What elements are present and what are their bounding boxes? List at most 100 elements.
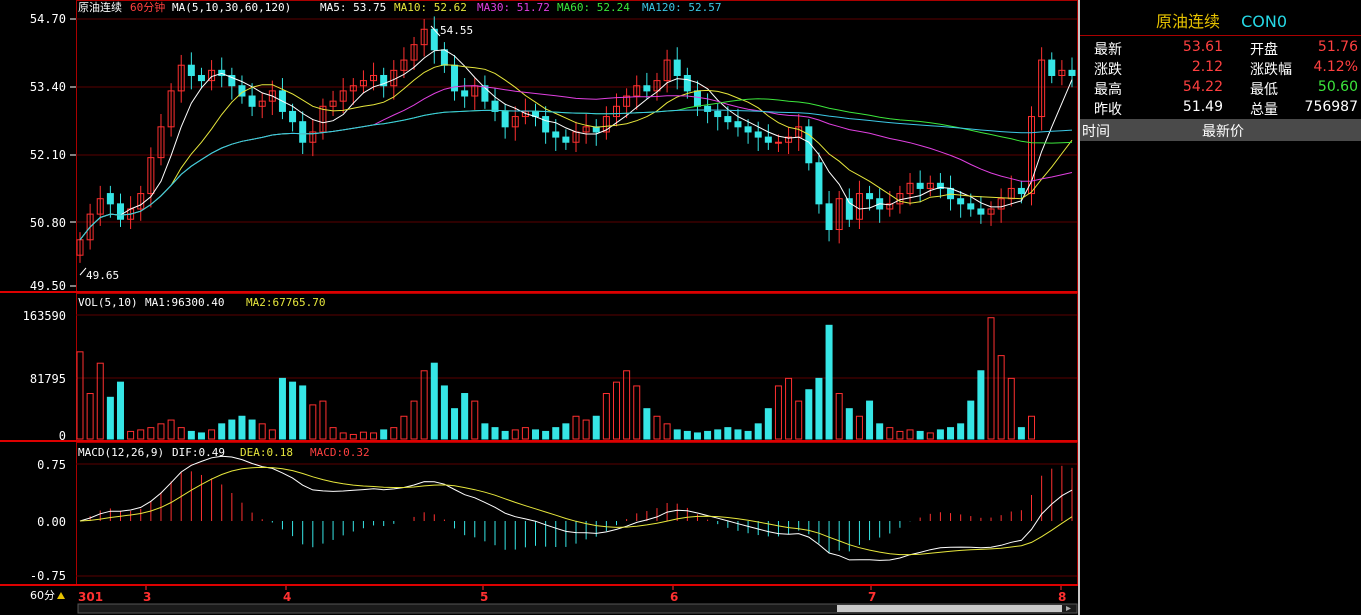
- quote-value: 4.12%: [1313, 59, 1358, 75]
- volume-bar: [724, 427, 732, 440]
- macd-tick: 0.75: [37, 458, 66, 472]
- volume-bar: [815, 377, 823, 440]
- volume-bar: [258, 423, 266, 440]
- volume-bar: [572, 415, 580, 440]
- quote-panel: 原油连续 CON0 最新 53.61 开盘 51.76 涨跌 2.12 涨跌幅 …: [1078, 0, 1361, 615]
- volume-bar: [137, 429, 145, 440]
- period-label: 60分钟: [130, 0, 165, 14]
- candle-body: [683, 74, 691, 92]
- candle-body: [947, 187, 955, 200]
- volume-bar: [440, 385, 448, 440]
- volume-bar: [127, 430, 135, 440]
- candle-body: [815, 162, 823, 205]
- ma30-label: MA30: 51.72: [477, 1, 550, 14]
- macd-title: MACD(12,26,9): [78, 446, 164, 459]
- volume-bar: [359, 431, 367, 440]
- time-label: 7: [868, 590, 876, 604]
- price-tick: 54.70: [30, 12, 66, 26]
- low-marker: 49.65: [86, 269, 119, 282]
- quote-symbol-code: CON0: [1241, 12, 1288, 31]
- candle-body: [643, 85, 651, 92]
- volume-bar: [177, 427, 185, 440]
- scrollbar-thumb[interactable]: [837, 605, 1062, 612]
- volume-bar: [451, 408, 459, 440]
- volume-bar: [805, 389, 813, 440]
- candle-body: [187, 64, 195, 76]
- vol-tick: 163590: [23, 309, 66, 323]
- quote-row: 涨跌 2.12 涨跌幅 4.12%: [1080, 59, 1361, 79]
- kline-chart-area[interactable]: 54.70 53.40 52.10 50.80 49.50 原油连续 60分钟 …: [0, 0, 1078, 615]
- kline-chart[interactable]: 54.70 53.40 52.10 50.80 49.50 原油连续 60分钟 …: [0, 0, 1078, 615]
- volume-bar: [592, 415, 600, 440]
- time-label: 4: [283, 590, 291, 604]
- volume-bar: [744, 430, 752, 440]
- candle-body: [542, 116, 550, 133]
- candle-body: [673, 59, 681, 76]
- candle-body: [106, 193, 114, 205]
- price-grid: [76, 18, 1077, 223]
- volume-bar: [683, 430, 691, 440]
- volume-bar: [400, 415, 408, 440]
- horizontal-scrollbar[interactable]: [77, 603, 1078, 614]
- time-label: 301: [78, 590, 103, 604]
- volume-bar: [461, 393, 469, 440]
- period-button-label: 60分: [30, 589, 55, 602]
- volume-legend: VOL(5,10) MA1:96300.40 MA2:67765.70: [78, 296, 325, 309]
- volume-bar: [420, 370, 428, 440]
- volume-bar: [825, 324, 833, 440]
- quote-value: 2.12: [1191, 59, 1223, 75]
- candle-body: [967, 203, 975, 210]
- quote-label: 总量: [1250, 102, 1278, 118]
- volume-bar: [96, 362, 104, 440]
- volume-grid: [76, 314, 1077, 379]
- ma30-line: [79, 85, 1073, 241]
- quote-label: 最高: [1094, 82, 1122, 98]
- trade-price-header: 最新价: [1202, 124, 1244, 140]
- quote-value: 54.22: [1182, 79, 1223, 95]
- volume-bar: [390, 427, 398, 440]
- volume-bar: [855, 415, 863, 440]
- volume-bar: [1007, 377, 1015, 440]
- candlestick-series: [76, 16, 1076, 263]
- candle-body: [764, 136, 772, 143]
- time-axis: 301 3 4 5 6 7 8: [78, 590, 1066, 604]
- candle-body: [724, 116, 732, 123]
- volume-bar: [653, 415, 661, 440]
- volume-bar: [370, 432, 378, 440]
- candle-body: [197, 74, 205, 82]
- candle-body: [491, 100, 499, 112]
- candle-body: [957, 198, 965, 205]
- volume-bar: [521, 427, 529, 440]
- volume-bar: [76, 351, 84, 440]
- candle-body: [714, 110, 722, 118]
- volume-bar: [511, 429, 519, 440]
- candle-body: [248, 95, 256, 107]
- period-selector-button[interactable]: 60分: [0, 587, 72, 603]
- ma60-line: [79, 98, 1073, 241]
- macd-legend: MACD(12,26,9) DIF:0.49 DEA:0.18 MACD:0.3…: [78, 446, 370, 459]
- quote-label: 最低: [1250, 82, 1278, 98]
- quote-value: 51.49: [1182, 99, 1223, 115]
- macd-axis: 0.75 0.00 -0.75: [30, 458, 66, 583]
- volume-bar: [299, 385, 307, 440]
- vol-ma2: MA2:67765.70: [246, 296, 325, 309]
- volume-bar: [896, 430, 904, 440]
- volume-bar: [562, 423, 570, 440]
- volume-bar: [187, 430, 195, 440]
- volume-axis: 163590 81795 0: [23, 309, 66, 443]
- volume-bar: [754, 423, 762, 440]
- volume-bar: [612, 381, 620, 440]
- volume-bar: [886, 427, 894, 440]
- candle-body: [1048, 59, 1056, 76]
- macd-tick: 0.00: [37, 515, 66, 529]
- volume-bar: [957, 423, 965, 440]
- volume-bar: [876, 423, 884, 440]
- volume-bar: [866, 400, 874, 440]
- candle-body: [774, 141, 782, 144]
- time-label: 5: [480, 590, 488, 604]
- candle-body: [734, 121, 742, 128]
- candle-body: [289, 110, 297, 123]
- macd-value: MACD:0.32: [310, 446, 370, 459]
- candle-body: [825, 203, 833, 231]
- volume-panel-frame: [76, 293, 1078, 441]
